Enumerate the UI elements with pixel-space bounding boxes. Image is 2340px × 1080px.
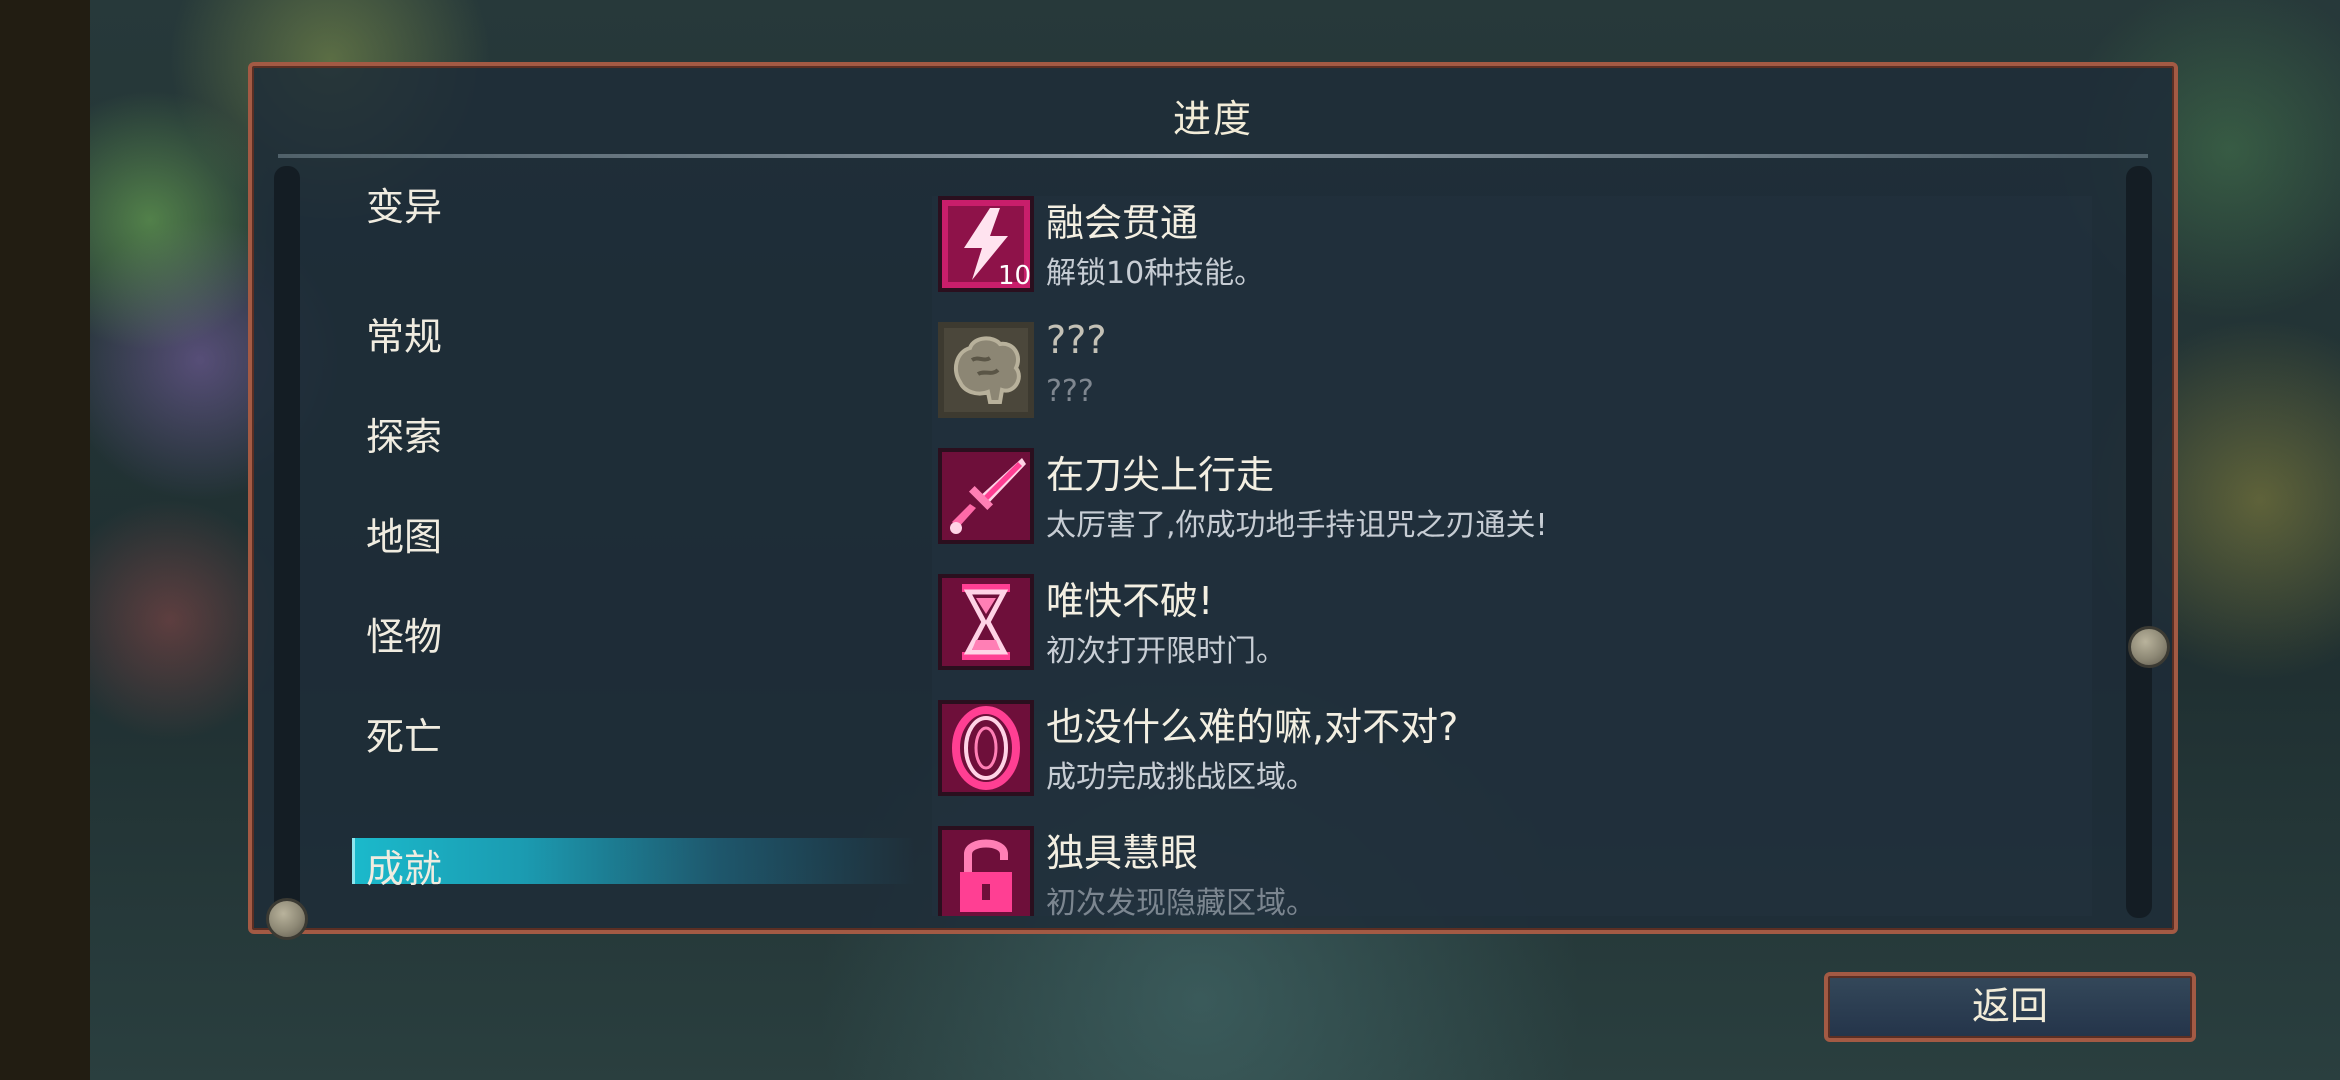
panel-title: 进度 xyxy=(1172,97,1253,141)
portal-ring-icon xyxy=(938,700,1034,796)
category-monsters[interactable]: 怪物 xyxy=(366,606,442,661)
category-scrollbar[interactable] xyxy=(274,166,300,918)
achievement-description: 成功完成挑战区域。 xyxy=(1046,760,1316,795)
lightning-10-icon: 10 xyxy=(938,196,1034,292)
achievement-scrollbar[interactable] xyxy=(2126,166,2152,918)
achievement-item[interactable]: 也没什么难的嘛,对不对? 成功完成挑战区域。 xyxy=(932,700,2092,810)
achievement-item[interactable]: 独具慧眼 初次发现隐藏区域。 xyxy=(932,826,2092,916)
category-achievements[interactable]: 成就 xyxy=(366,838,442,893)
achievement-item[interactable]: 唯快不破! 初次打开限时门。 xyxy=(932,574,2092,684)
progress-panel: 进度 变异 常规 探索 地图 怪物 死亡 成就 10 融会贯通 解锁10种技能。 xyxy=(248,62,2178,940)
svg-text:10: 10 xyxy=(998,261,1031,291)
achievement-description: 解锁10种技能。 xyxy=(1046,256,1265,291)
achievement-item[interactable]: 在刀尖上行走 太厉害了,你成功地手持诅咒之刃通关! xyxy=(932,448,2092,558)
category-deaths[interactable]: 死亡 xyxy=(366,706,442,761)
category-scroll-thumb[interactable] xyxy=(266,898,308,940)
achievement-scroll-thumb[interactable] xyxy=(2128,626,2170,668)
achievement-title: 在刀尖上行走 xyxy=(1046,453,1275,497)
category-mutations[interactable]: 变异 xyxy=(366,176,442,231)
hourglass-icon xyxy=(938,574,1034,670)
achievement-title: 也没什么难的嘛,对不对? xyxy=(1046,705,1459,749)
achievement-description: ??? xyxy=(1046,374,1094,409)
achievement-title: 独具慧眼 xyxy=(1046,831,1199,875)
screen-edge-bar xyxy=(0,0,90,1080)
achievement-description: 初次打开限时门。 xyxy=(1046,634,1286,669)
category-map[interactable]: 地图 xyxy=(366,506,442,561)
achievement-list[interactable]: 10 融会贯通 解锁10种技能。 ??? ??? 在刀尖上行走 太厉害了,你成功… xyxy=(932,196,2092,916)
achievement-title: 融会贯通 xyxy=(1046,201,1199,245)
padlock-icon xyxy=(938,826,1034,916)
achievement-description: 太厉害了,你成功地手持诅咒之刃通关! xyxy=(1046,508,1548,543)
achievement-title: ??? xyxy=(1046,318,1107,362)
category-exploration[interactable]: 探索 xyxy=(366,406,442,461)
achievement-title: 唯快不破! xyxy=(1046,579,1214,623)
achievement-item-locked[interactable]: ??? ??? xyxy=(932,318,2092,432)
title-divider xyxy=(278,154,2148,158)
achievement-description: 初次发现隐藏区域。 xyxy=(1046,886,1316,916)
back-button[interactable]: 返回 xyxy=(1824,972,2196,1042)
achievement-item[interactable]: 10 融会贯通 解锁10种技能。 xyxy=(932,196,2092,306)
category-general[interactable]: 常规 xyxy=(366,306,442,361)
brain-icon xyxy=(938,322,1034,418)
cursed-sword-icon xyxy=(938,448,1034,544)
